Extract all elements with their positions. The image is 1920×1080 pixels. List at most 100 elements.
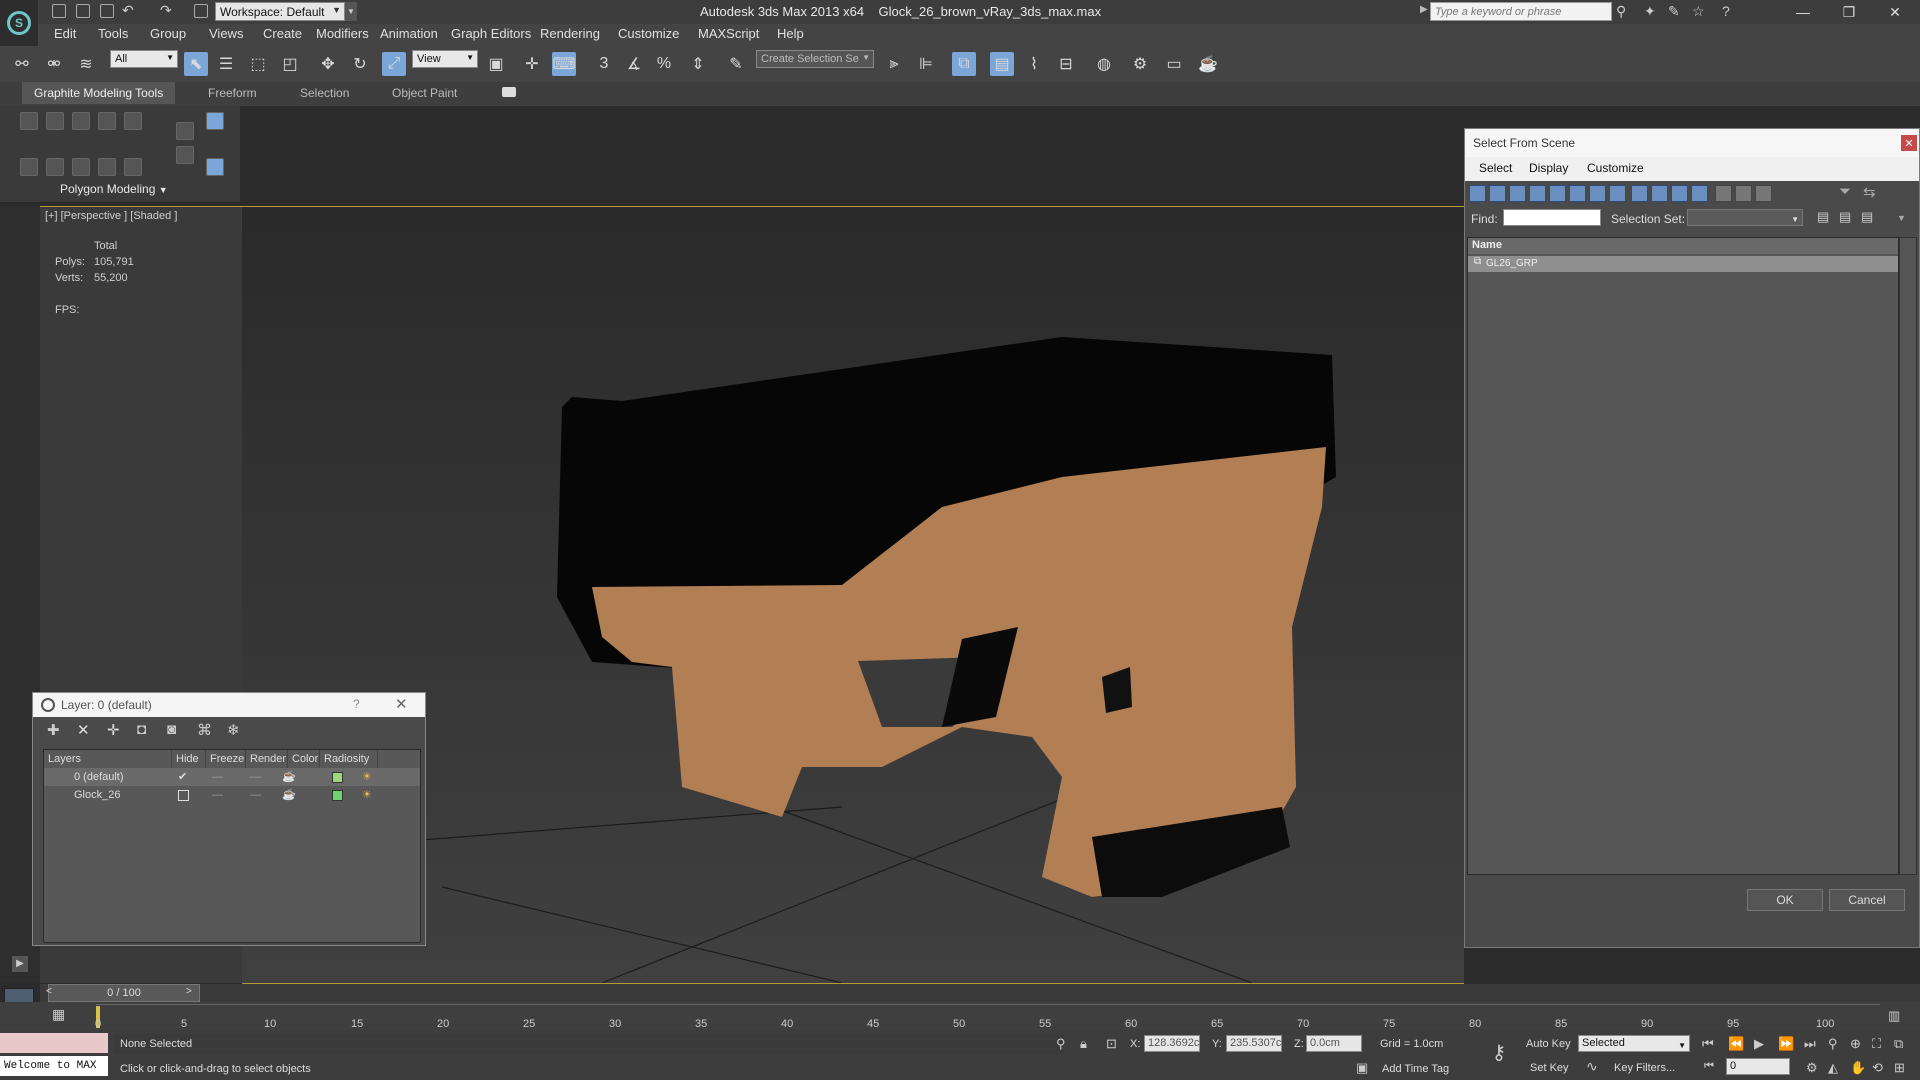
menu-graph-editors[interactable]: Graph Editors [451,26,531,41]
display-xrefs-icon[interactable] [1609,185,1626,202]
ribbon-tool-icon[interactable] [206,112,224,130]
time-slider[interactable]: 0 / 100 [48,984,200,1002]
close-button[interactable]: ✕ [1872,0,1918,24]
project-folder-icon[interactable] [194,4,208,18]
ribbon-tool-icon[interactable] [20,112,38,130]
help-button[interactable]: ? [353,697,360,711]
edit-selection-set-icon[interactable]: ▤ [1839,209,1851,225]
app-logo-icon[interactable]: S [0,0,38,46]
undo-icon[interactable]: ↶ [122,2,134,19]
isolate-selection-icon[interactable]: ⚲ [1056,1036,1066,1052]
go-to-start-icon[interactable]: ⏮ [1702,1036,1714,1052]
set-key-button[interactable]: Set Key [1530,1062,1569,1074]
layer-row[interactable]: Glock_26 — — ☕ ☀ [44,786,420,804]
layer-color-swatch[interactable] [332,772,343,783]
help-icon[interactable]: ? [1722,3,1730,19]
material-editor-icon[interactable]: ◍ [1092,52,1116,76]
selection-set-dropdown[interactable]: ▼ [1687,209,1803,226]
lock-selection-icon[interactable]: 🔒︎ [1080,1036,1087,1052]
ribbon-tool-icon[interactable] [98,112,116,130]
menu-customize[interactable]: Customize [1587,161,1644,175]
column-hide[interactable]: Hide [172,750,206,768]
find-input[interactable] [1503,209,1601,226]
menu-maxscript[interactable]: MAXScript [698,26,759,41]
ribbon-tool-icon[interactable] [176,146,194,164]
maximize-viewport-icon[interactable]: ⊞ [1894,1060,1905,1076]
favorites-star-icon[interactable]: ☆ [1692,3,1705,20]
manage-layers-icon[interactable]: ⧉ [952,52,976,76]
schematic-view-icon[interactable]: ⊟ [1054,52,1078,76]
pan-icon[interactable]: ✋ [1850,1060,1866,1076]
y-coordinate-field[interactable]: 235.5307c [1226,1035,1282,1052]
render-teapot-icon[interactable]: ☕ [282,786,296,804]
ribbon-tool-icon[interactable] [124,112,142,130]
render-teapot-icon[interactable]: ☕ [282,768,296,786]
ribbon-tool-icon[interactable] [72,112,90,130]
menu-customize[interactable]: Customize [618,26,679,41]
menu-modifiers[interactable]: Modifiers [316,26,369,41]
ok-button[interactable]: OK [1747,889,1823,911]
check-icon[interactable]: ✔ [178,768,187,786]
menu-create[interactable]: Create [263,26,302,41]
display-space-warps-icon[interactable] [1569,185,1586,202]
orbit-icon[interactable]: ⟲ [1872,1060,1883,1076]
zoom-icon[interactable]: ⚲ [1828,1036,1838,1052]
ribbon-tool-icon[interactable] [20,158,38,176]
new-file-icon[interactable] [52,4,66,18]
delete-selection-set-icon[interactable]: ▤ [1861,209,1873,225]
select-manipulate-icon[interactable]: ✛ [520,52,544,76]
percent-snap-icon[interactable]: % [652,52,676,76]
freeze-toggle[interactable]: — [250,786,261,804]
workspace-dropdown[interactable]: Workspace: Default ▼ [215,2,345,21]
ribbon-tool-icon[interactable] [124,158,142,176]
ribbon-tool-icon[interactable] [46,158,64,176]
next-frame-icon[interactable]: ⏩ [1778,1036,1794,1052]
save-selection-set-icon[interactable]: ▤ [1817,209,1829,225]
rendered-frame-icon[interactable]: ▭ [1162,52,1186,76]
workspace-menu-icon[interactable]: ▼ [345,2,357,21]
ribbon-tool-icon[interactable] [206,158,224,176]
freeze-toggle[interactable]: — [250,768,261,786]
absolute-transform-icon[interactable]: ⊡ [1106,1036,1117,1052]
selection-filter-dropdown[interactable]: All ▼ [110,50,178,68]
menu-display[interactable]: Display [1529,161,1568,175]
render-teapot-icon[interactable]: ☕ [1196,52,1220,76]
column-color[interactable]: Color [288,750,320,768]
cancel-button[interactable]: Cancel [1829,889,1905,911]
add-to-layer-icon[interactable]: ✛ [107,721,120,739]
angle-snap-icon[interactable]: ∡ [622,52,646,76]
reference-coordinate-dropdown[interactable]: View ▼ [412,50,478,68]
display-all-icon[interactable] [1715,185,1732,202]
rotate-icon[interactable]: ↻ [348,52,372,76]
key-filters-button[interactable]: Key Filters... [1614,1062,1675,1074]
key-curve-icon[interactable]: ∿ [1586,1058,1598,1075]
tab-freeform[interactable]: Freeform [196,82,269,104]
close-icon[interactable]: ✕ [1901,135,1917,151]
menu-views[interactable]: Views [209,26,243,41]
time-tag-icon[interactable]: ▣ [1356,1060,1368,1076]
ribbon-tool-icon[interactable] [72,158,90,176]
select-object-icon[interactable]: ⬉ [184,52,208,76]
expand-icon[interactable]: ▶ [12,956,28,972]
save-icon[interactable] [100,4,114,18]
layer-dialog-titlebar[interactable]: Layer: 0 (default) ? ✕ [33,693,425,717]
select-from-scene-titlebar[interactable]: Select From Scene [1465,129,1919,157]
track-bar-menu-icon[interactable]: ▦ [52,1006,65,1023]
close-icon[interactable]: ✕ [395,695,408,713]
snaps-toggle-icon[interactable]: 3 [592,52,616,76]
column-radiosity[interactable]: Radiosity [320,750,378,768]
maxscript-mini-listener[interactable]: Welcome to MAX [0,1056,108,1076]
named-selection-set-dropdown[interactable]: Create Selection Se ▼ [756,50,874,68]
display-shapes-icon[interactable] [1489,185,1506,202]
key-mode-dropdown[interactable]: Selected ▼ [1578,1035,1690,1052]
prev-frame-icon[interactable]: < [46,986,52,997]
hide-toggle[interactable]: — [212,768,223,786]
restore-button[interactable]: ❐ [1826,0,1872,24]
display-none-icon[interactable] [1735,185,1752,202]
align-icon[interactable]: ⊫ [914,52,938,76]
scale-icon[interactable]: ⤢ [382,52,406,76]
column-render[interactable]: Render [246,750,288,768]
hide-toggle[interactable]: — [212,786,223,804]
ribbon-options-icon[interactable] [502,87,516,97]
layer-color-swatch[interactable] [332,790,343,801]
